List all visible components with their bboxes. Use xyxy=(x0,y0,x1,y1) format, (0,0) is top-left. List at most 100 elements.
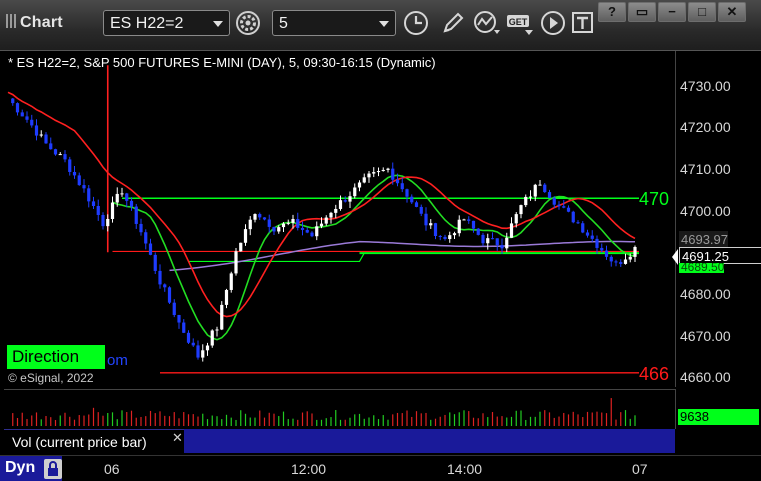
candle-body xyxy=(338,200,343,209)
candle-body xyxy=(286,222,290,224)
play-button[interactable] xyxy=(538,10,568,36)
window-title[interactable]: Chart xyxy=(6,14,63,32)
chevron-down-icon[interactable] xyxy=(379,21,389,27)
volume-chart xyxy=(12,398,636,426)
volume-bar xyxy=(40,419,42,426)
volume-bar xyxy=(330,417,332,426)
volume-bar xyxy=(544,410,546,426)
candle-body xyxy=(490,238,495,240)
candle-body xyxy=(20,112,24,117)
time-axis[interactable]: Dyn 06 12:00 14:00 07 xyxy=(0,455,761,481)
dynamic-toggle[interactable]: Dyn xyxy=(0,456,62,481)
candle-body xyxy=(600,247,604,251)
volume-bar xyxy=(325,418,327,426)
price-tick: 4710.00 xyxy=(680,161,731,177)
candle-body xyxy=(372,172,376,174)
drag-grip-icon[interactable] xyxy=(6,14,16,28)
candle-body xyxy=(476,228,480,235)
candle-body xyxy=(581,223,585,233)
text-button[interactable] xyxy=(568,10,598,36)
volume-bar xyxy=(88,414,90,426)
minimize-button[interactable]: − xyxy=(658,2,686,22)
candle-body xyxy=(106,218,110,227)
candle-body xyxy=(243,229,248,243)
candle-body xyxy=(115,193,119,203)
volume-bar xyxy=(235,419,237,426)
volume-bar xyxy=(605,413,608,426)
help-button[interactable]: ? xyxy=(598,2,626,22)
volume-bar xyxy=(121,410,123,426)
restore-button[interactable]: ▭ xyxy=(628,2,656,22)
volume-bar xyxy=(59,415,61,426)
candle-body xyxy=(514,214,518,224)
volume-bar xyxy=(83,415,85,426)
volume-value-label: 9638 xyxy=(678,409,759,425)
candle-body xyxy=(571,211,575,223)
draw-button[interactable] xyxy=(438,10,468,36)
get-button[interactable]: GET xyxy=(505,10,535,36)
candle-body xyxy=(471,220,476,229)
volume-bar xyxy=(472,417,475,426)
close-icon[interactable]: ✕ xyxy=(172,430,183,446)
price-pane[interactable]: 470 466 xyxy=(4,51,675,387)
candle-body xyxy=(623,259,628,264)
volume-bar xyxy=(216,416,218,426)
time-button[interactable] xyxy=(401,10,431,36)
candle-body xyxy=(129,200,134,207)
direction-badge[interactable]: Direction xyxy=(7,345,105,369)
close-button[interactable]: ✕ xyxy=(718,2,746,22)
volume-bar xyxy=(373,415,375,426)
volume-bar xyxy=(187,414,190,426)
candle-body xyxy=(486,238,490,244)
volume-bar xyxy=(491,412,494,426)
volume-pane[interactable] xyxy=(4,389,675,430)
volume-bar xyxy=(221,419,223,426)
candle-body xyxy=(11,98,15,104)
lock-icon[interactable] xyxy=(44,459,62,479)
volume-bar xyxy=(159,411,161,426)
candle-body xyxy=(410,196,414,203)
volume-bar xyxy=(16,417,19,426)
volume-bar xyxy=(168,416,171,426)
candle-body xyxy=(533,184,537,197)
volume-bar xyxy=(610,398,612,426)
interval-combo[interactable]: 5 xyxy=(272,10,396,36)
candle-body xyxy=(614,261,618,263)
candle-body xyxy=(524,196,528,206)
candle-body xyxy=(258,214,262,218)
candle-body xyxy=(509,223,514,238)
candle-body xyxy=(158,270,162,285)
candle-body xyxy=(177,315,181,323)
volume-axis[interactable]: 9638 xyxy=(675,389,761,429)
volume-bar xyxy=(392,414,394,426)
volume-bar xyxy=(335,410,337,426)
volume-bar xyxy=(92,407,95,426)
candle-body xyxy=(400,183,404,190)
dynamic-label: Dyn xyxy=(5,459,36,476)
price-axis[interactable]: 4730.00 4720.00 4710.00 4700.00 4693.97 … xyxy=(672,51,761,387)
settings-button[interactable] xyxy=(233,10,263,36)
volume-bar xyxy=(406,410,408,426)
volume-title-bar: Vol (current price bar) ✕ xyxy=(4,429,184,454)
window-title-text: Chart xyxy=(20,14,63,31)
candle-body xyxy=(315,226,319,237)
volume-bar xyxy=(297,419,299,426)
volume-bar xyxy=(21,412,23,426)
study-button[interactable] xyxy=(472,10,502,36)
candle-body xyxy=(281,223,286,228)
symbol-combo[interactable]: ES H22=2 xyxy=(103,10,230,36)
volume-bar xyxy=(263,417,266,426)
chevron-down-icon[interactable] xyxy=(213,21,223,27)
candle-body xyxy=(87,188,91,202)
candle-body xyxy=(547,192,552,198)
candle-body xyxy=(234,251,238,274)
maximize-button[interactable]: □ xyxy=(688,2,716,22)
candle-body xyxy=(590,235,594,239)
volume-bar xyxy=(116,419,118,426)
volume-bar xyxy=(344,419,346,426)
price-tick: 4680.00 xyxy=(680,286,731,302)
price-chart[interactable]: 470 466 xyxy=(4,51,675,387)
toolbar: Chart ES H22=2 5 GET ? ▭ − □ ✕ xyxy=(0,0,761,51)
time-tick: 14:00 xyxy=(447,461,483,477)
candle-body xyxy=(462,219,466,221)
